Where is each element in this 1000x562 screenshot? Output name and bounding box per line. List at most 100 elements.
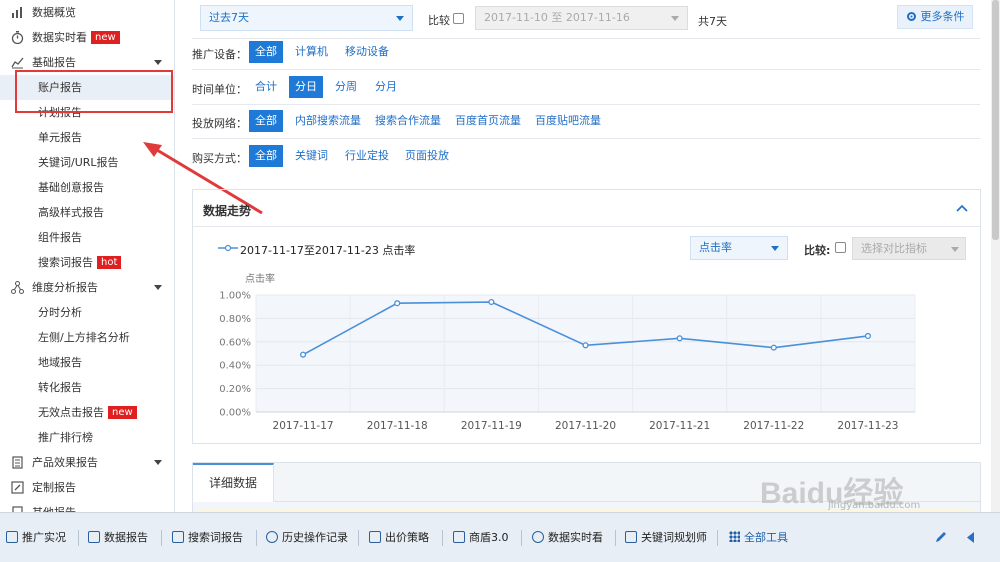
stopwatch-icon	[532, 531, 544, 543]
sidebar-item-product-report[interactable]: 产品效果报告	[0, 450, 174, 475]
pencil-icon[interactable]	[934, 530, 948, 544]
sidebar-item-invalid-click-report[interactable]: 无效点击报告 new	[0, 400, 174, 425]
network-option-search-partner[interactable]: 搜索合作流量	[369, 110, 447, 132]
y-tick-label: 0.20%	[219, 384, 251, 395]
purchase-option-page[interactable]: 页面投放	[399, 145, 455, 167]
x-tick-label: 2017-11-21	[649, 420, 710, 432]
tab-detail-data[interactable]: 详细数据	[193, 463, 274, 502]
toolbar-keyword-planner[interactable]: 关键词规划师	[625, 530, 707, 546]
toolbar-separator	[717, 530, 718, 546]
y-tick-label: 0.60%	[219, 337, 251, 348]
time-unit-option-total[interactable]: 合计	[249, 76, 283, 98]
toolbar-realtime-data[interactable]: 数据实时看	[532, 530, 603, 546]
toolbar-all-tools[interactable]: 全部工具	[729, 530, 788, 546]
toolbar-separator	[78, 530, 79, 546]
x-tick-label: 2017-11-18	[367, 420, 428, 432]
bar-chart-icon	[12, 7, 22, 18]
sidebar-item-label: 关键词/URL报告	[38, 156, 119, 169]
divider	[192, 38, 980, 39]
toolbar-separator	[521, 530, 522, 546]
chevron-down-icon	[396, 16, 404, 21]
network-option-tieba[interactable]: 百度贴吧流量	[529, 110, 607, 132]
data-point	[300, 351, 307, 358]
toolbar-bid-strategy[interactable]: 出价策略	[369, 530, 429, 546]
stopwatch-icon	[11, 31, 24, 44]
sidebar-item-label: 单元报告	[38, 131, 82, 144]
data-point	[770, 344, 777, 351]
sidebar-item-ranking-list[interactable]: 推广排行榜	[0, 425, 174, 450]
collapse-left-icon[interactable]	[967, 532, 975, 543]
sidebar-item-search-term-report[interactable]: 搜索词报告 hot	[0, 250, 174, 275]
plot-area	[256, 295, 915, 412]
sidebar-item-hourly-analysis[interactable]: 分时分析	[0, 300, 174, 325]
network-icon	[11, 281, 24, 294]
toolbar-history[interactable]: 历史操作记录	[266, 530, 348, 546]
monitor-icon	[6, 531, 18, 543]
toolbar-live-promotion[interactable]: 推广实况	[6, 530, 66, 546]
data-point	[676, 335, 683, 342]
time-unit-option-daily[interactable]: 分日	[289, 76, 323, 98]
purchase-option-keyword[interactable]: 关键词	[289, 145, 334, 167]
sidebar-item-label: 转化报告	[38, 381, 82, 394]
sidebar-item-label: 数据概览	[32, 6, 76, 19]
sidebar-item-dimension-reports[interactable]: 维度分析报告	[0, 275, 174, 300]
device-label: 推广设备：	[192, 48, 247, 61]
sidebar-item-label: 定制报告	[32, 481, 76, 494]
toolbar-separator	[442, 530, 443, 546]
clock-icon	[266, 531, 278, 543]
building-icon	[12, 456, 23, 469]
scrollbar-thumb[interactable]	[992, 0, 999, 240]
sidebar-item-label: 高级样式报告	[38, 206, 104, 219]
sidebar-item-label: 组件报告	[38, 231, 82, 244]
time-range-select[interactable]: 过去7天	[200, 5, 413, 31]
time-unit-option-weekly[interactable]: 分周	[329, 76, 363, 98]
time-unit-option-monthly[interactable]: 分月	[369, 76, 403, 98]
sidebar: 数据概览 数据实时看 new 基础报告 账户报告 计划报告 单元报告 关键词/UR…	[0, 0, 175, 512]
sidebar-item-other-report[interactable]: 其他报告	[0, 500, 174, 512]
caret-down-icon	[154, 60, 162, 65]
y-tick-label: 1.00%	[219, 291, 251, 302]
toolbar-search-term-report[interactable]: 搜索词报告	[172, 530, 243, 546]
search-icon	[172, 531, 184, 543]
sidebar-item-overview[interactable]: 数据概览	[0, 0, 174, 25]
sidebar-item-label: 无效点击报告	[38, 406, 104, 419]
sidebar-item-label: 维度分析报告	[32, 281, 98, 294]
toolbar-data-report[interactable]: 数据报告	[88, 530, 148, 546]
sidebar-item-conversion-report[interactable]: 转化报告	[0, 375, 174, 400]
device-option-all[interactable]: 全部	[249, 41, 283, 63]
caret-down-icon	[154, 460, 162, 465]
date-range-select[interactable]: 2017-11-10 至 2017-11-16	[475, 6, 688, 30]
purchase-option-industry[interactable]: 行业定投	[339, 145, 395, 167]
sidebar-item-custom-report[interactable]: 定制报告	[0, 475, 174, 500]
toolbar-separator	[615, 530, 616, 546]
device-option-mobile[interactable]: 移动设备	[339, 41, 395, 63]
divider	[192, 104, 980, 105]
sidebar-item-label: 基础创意报告	[38, 181, 104, 194]
sidebar-item-label: 其他报告	[32, 500, 76, 512]
x-tick-label: 2017-11-23	[837, 420, 898, 432]
new-badge: new	[91, 31, 120, 44]
days-count: 共7天	[698, 15, 727, 28]
network-option-all[interactable]: 全部	[249, 110, 283, 132]
network-option-internal-search[interactable]: 内部搜索流量	[289, 110, 367, 132]
watermark-url: jingyan.baidu.com	[828, 500, 921, 511]
divider	[192, 138, 980, 139]
chevron-down-icon	[671, 16, 679, 21]
sidebar-item-region-report[interactable]: 地域报告	[0, 350, 174, 375]
sidebar-item-rank-analysis[interactable]: 左侧/上方排名分析	[0, 325, 174, 350]
compare-checkbox[interactable]	[453, 13, 464, 24]
toolbar-shangdun[interactable]: 商盾3.0	[453, 530, 509, 546]
more-conditions-button[interactable]: 更多条件	[897, 5, 973, 29]
grid-icon	[729, 531, 740, 542]
device-option-computer[interactable]: 计算机	[289, 41, 334, 63]
sidebar-item-realtime[interactable]: 数据实时看 new	[0, 25, 174, 50]
new-badge: new	[108, 406, 137, 419]
sidebar-item-component-report[interactable]: 组件报告	[0, 225, 174, 250]
report-icon	[88, 531, 100, 543]
pencil-icon	[369, 531, 381, 543]
purchase-option-all[interactable]: 全部	[249, 145, 283, 167]
y-axis-label: 点击率	[245, 272, 275, 285]
x-tick-label: 2017-11-22	[743, 420, 804, 432]
gear-icon	[907, 12, 916, 21]
network-option-homepage[interactable]: 百度首页流量	[449, 110, 527, 132]
